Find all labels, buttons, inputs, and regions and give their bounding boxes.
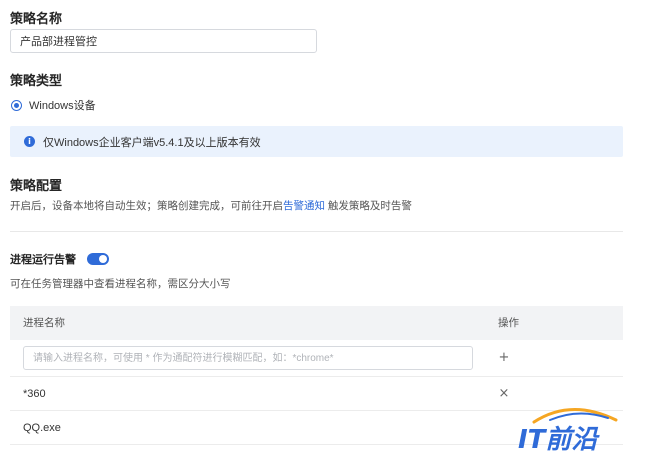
process-name-cell: QQ.exe bbox=[23, 422, 61, 434]
col-action: 操作 bbox=[498, 317, 519, 329]
toggle-knob bbox=[99, 255, 107, 263]
process-name-input[interactable] bbox=[23, 346, 473, 370]
section-divider bbox=[10, 231, 623, 232]
close-icon[interactable]: × bbox=[497, 377, 511, 411]
version-notice: i 仅Windows企业客户端v5.4.1及以上版本有效 bbox=[10, 126, 623, 157]
radio-selected-icon[interactable] bbox=[11, 99, 22, 111]
policy-type-label: 策略类型 bbox=[10, 73, 63, 88]
config-desc-text: 开启后，设备本地将自动生效；策略创建完成，可前往开启 bbox=[10, 200, 283, 212]
process-hint: 可在任务管理器中查看进程名称，需区分大小写 bbox=[10, 278, 231, 290]
logo-text: IT前沿 bbox=[518, 425, 600, 455]
windows-device-radio[interactable]: Windows设备 bbox=[11, 97, 96, 113]
windows-device-label: Windows设备 bbox=[29, 100, 96, 112]
process-name-cell: *360 bbox=[23, 388, 46, 400]
policy-config-desc: 开启后，设备本地将自动生效；策略创建完成，可前往开启告警通知 触发策略及时告警 bbox=[10, 198, 412, 213]
version-notice-text: 仅Windows企业客户端v5.4.1及以上版本有效 bbox=[43, 136, 261, 149]
config-desc-tail: 触发策略及时告警 bbox=[325, 200, 412, 212]
policy-name-label: 策略名称 bbox=[10, 11, 63, 26]
col-process-name: 进程名称 bbox=[23, 317, 65, 329]
table-input-row: + bbox=[10, 340, 623, 377]
policy-config-label: 策略配置 bbox=[10, 178, 63, 193]
policy-name-input[interactable] bbox=[10, 29, 317, 53]
table-header: 进程名称 操作 bbox=[10, 306, 623, 340]
alert-notify-link[interactable]: 告警通知 bbox=[283, 200, 325, 212]
process-alert-label: 进程运行告警 bbox=[10, 254, 76, 266]
it-qianyan-logo: IT前沿 bbox=[518, 408, 618, 455]
plus-icon[interactable]: + bbox=[497, 340, 511, 376]
info-icon: i bbox=[24, 136, 35, 147]
process-alert-toggle[interactable] bbox=[87, 253, 109, 265]
